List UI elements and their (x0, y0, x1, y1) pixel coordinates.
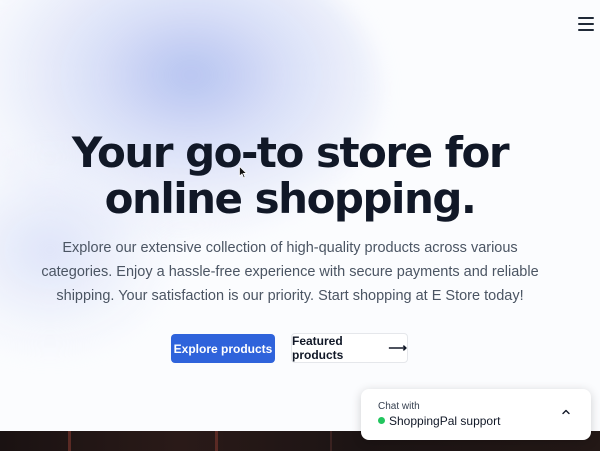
explore-products-label: Explore products (173, 341, 273, 356)
chevron-up-icon[interactable] (561, 407, 571, 417)
online-status-dot (378, 417, 385, 424)
chat-support-name: ShoppingPal support (389, 414, 501, 428)
arrow-right-icon: ⟶ (388, 340, 407, 355)
chat-with-label: Chat with (378, 401, 420, 412)
hero-title-line-1: Your go-to store for (71, 128, 510, 177)
image-detail (330, 431, 332, 451)
explore-products-button[interactable]: Explore products (171, 334, 275, 363)
menu-line (578, 23, 594, 25)
menu-line (578, 29, 594, 31)
page: Your go-to store for online shopping. Ex… (0, 0, 600, 451)
hero-description: Explore our extensive collection of high… (41, 240, 539, 304)
hero-title-line-2: online shopping. (104, 174, 477, 223)
mouse-cursor-icon (239, 166, 247, 179)
image-detail (68, 431, 71, 451)
menu-line (578, 17, 594, 19)
featured-products-button[interactable]: Featured products ⟶ (291, 333, 408, 363)
image-detail (215, 431, 218, 451)
hero-title: Your go-to store for online shopping. (0, 130, 580, 222)
chat-widget[interactable]: Chat with ShoppingPal support (361, 389, 591, 440)
hamburger-menu-icon[interactable] (578, 17, 594, 31)
featured-products-label: Featured products (292, 334, 344, 362)
